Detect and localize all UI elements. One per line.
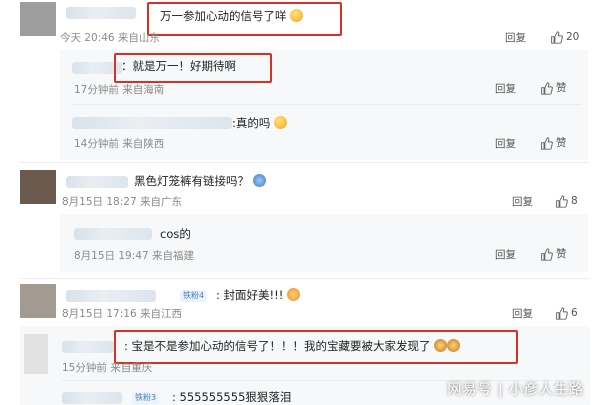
like-button[interactable]: 赞 [540,137,567,150]
emoji-icon [252,174,266,187]
thumbs-up-icon [541,137,553,150]
reply-button[interactable]: 回复 [505,32,526,45]
like-count: 6 [571,307,578,319]
like-button[interactable]: 8 [555,195,578,208]
emoji-icon [287,288,301,301]
comment-meta: 8月15日 18:27 来自广东 [62,196,182,208]
reply-button[interactable]: 回复 [512,308,533,321]
avatar[interactable] [20,2,56,36]
fan-badge: 铁粉3 [132,392,160,404]
reply-button[interactable]: 回复 [495,138,516,151]
comment-meta: 今天 20:46 来自山东 [60,32,160,44]
fan-badge: 铁粉4 [180,290,208,302]
avatar[interactable] [20,284,56,318]
comment-meta: 15分钟前 来自重庆 [62,362,153,374]
like-button[interactable]: 6 [555,307,578,320]
comment-meta: 17分钟前 来自海南 [74,84,165,96]
thumbs-up-icon [556,195,568,208]
emoji-icon [447,339,461,352]
username[interactable] [74,228,152,240]
emoji-icon [274,116,288,129]
like-button[interactable]: 赞 [540,248,567,261]
avatar[interactable] [24,334,48,374]
emoji-icon [434,339,448,352]
like-count: 8 [571,195,578,207]
comment-text: 万一参加心动的信号了咩 [160,9,304,23]
username[interactable] [66,7,136,19]
comment-text: 黑色灯笼裤有链接吗？ [134,174,266,188]
watermark: 网易号 | 小彦人生路 [447,382,584,398]
reply-thread [60,214,588,272]
like-count: 赞 [556,248,567,260]
emoji-icon [290,9,304,22]
comment-text: :真的吗 [232,116,288,130]
divider [72,104,582,105]
like-count: 赞 [556,137,567,149]
username[interactable] [72,117,232,129]
thumbs-up-icon [541,82,553,95]
username[interactable] [62,392,122,404]
like-count: 赞 [556,82,567,94]
comment-meta: 8月15日 17:16 来自江西 [62,308,182,320]
username[interactable] [62,341,114,353]
like-button[interactable]: 赞 [540,82,567,95]
divider [20,162,590,163]
comment-text: ：就是万一！好期待啊 [121,59,236,73]
avatar[interactable] [20,170,56,204]
comment-meta: 14分钟前 来自陕西 [74,138,165,150]
comment-text: : 封面好美!!! [216,288,301,302]
like-count: 20 [566,31,580,43]
divider [20,278,590,279]
reply-button[interactable]: 回复 [512,196,533,209]
reply-button[interactable]: 回复 [495,83,516,96]
comment-text: : 宝是不是参加心动的信号了！！！我的宝藏要被大家发现了 [124,339,461,353]
comment-text: cos的 [160,227,191,241]
comment-meta: 8月15日 19:47 来自福建 [74,250,194,262]
like-button[interactable]: 20 [550,31,579,44]
thumbs-up-icon [551,31,563,44]
username[interactable] [66,290,156,302]
reply-button[interactable]: 回复 [495,249,516,262]
thumbs-up-icon [541,248,553,261]
comment-text: : 555555555狠狠落泪 [172,390,292,404]
username[interactable] [66,176,128,188]
thumbs-up-icon [556,307,568,320]
